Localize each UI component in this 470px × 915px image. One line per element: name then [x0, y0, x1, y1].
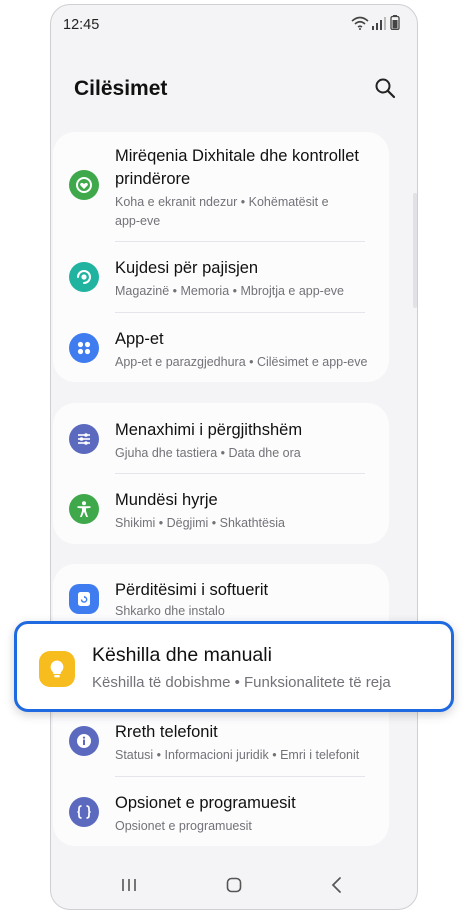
status-bar: 12:45 — [51, 5, 417, 45]
recent-apps-button[interactable] — [117, 873, 141, 897]
lightbulb-icon — [39, 651, 75, 687]
settings-item-title: Menaxhimi i përgjithshëm — [115, 421, 303, 439]
settings-item-title: App-et — [115, 330, 164, 348]
settings-item-subtitle: Shkarko dhe instalo — [115, 604, 225, 618]
settings-item-title: prindërore — [115, 170, 191, 188]
settings-item-subtitle: Koha e ekranit ndezur • Kohëmatësit e — [115, 195, 329, 209]
apps-icon — [69, 333, 99, 363]
status-icons — [351, 15, 401, 30]
settings-item-title: Rreth telefonit — [115, 723, 218, 741]
search-icon[interactable] — [373, 76, 397, 100]
signal-icon — [372, 17, 386, 30]
settings-item-subtitle: app-eve — [115, 214, 161, 228]
back-icon — [331, 877, 341, 893]
digital-wellbeing-icon — [69, 170, 99, 200]
settings-group-1: Mirëqenia Dixhitale dhe kontrollet prind… — [53, 132, 389, 382]
status-time: 12:45 — [63, 17, 100, 33]
home-button[interactable] — [222, 873, 246, 897]
device-care-icon — [69, 262, 99, 292]
page-title: Cilësimet — [74, 77, 168, 100]
settings-item-tips-and-manual[interactable]: Këshilla dhe manuali Këshilla të dobishm… — [14, 621, 454, 712]
settings-item-subtitle: App-et e parazgjedhura • Cilësimet e app… — [115, 355, 368, 369]
settings-item-subtitle: Opsionet e programuesit — [115, 819, 252, 833]
settings-item-digital-wellbeing[interactable]: Mirëqenia Dixhitale dhe kontrollet prind… — [53, 132, 389, 241]
scrollbar[interactable] — [413, 193, 417, 308]
settings-item-general-management[interactable]: Menaxhimi i përgjithshëm Gjuha dhe tasti… — [53, 403, 389, 473]
settings-item-subtitle: Shikimi • Dëgjimi • Shkathtësia — [115, 516, 285, 530]
developer-braces-icon — [69, 797, 99, 827]
settings-item-subtitle: Këshilla të dobishme • Funksionalitete t… — [92, 674, 391, 691]
settings-item-title: Mundësi hyrje — [115, 491, 218, 509]
settings-item-device-care[interactable]: Kujdesi për pajisjen Magazinë • Memoria … — [53, 242, 389, 312]
info-icon — [69, 726, 99, 756]
settings-group-2: Menaxhimi i përgjithshëm Gjuha dhe tasti… — [53, 403, 389, 544]
software-update-icon — [69, 584, 99, 614]
settings-item-title: Këshilla dhe manuali — [92, 644, 272, 666]
settings-item-apps[interactable]: App-et App-et e parazgjedhura • Cilësime… — [53, 313, 389, 382]
back-button[interactable] — [325, 873, 349, 897]
recent-apps-icon — [122, 879, 136, 891]
settings-item-title: Mirëqenia Dixhitale dhe kontrollet — [115, 147, 359, 165]
settings-item-accessibility[interactable]: Mundësi hyrje Shikimi • Dëgjimi • Shkath… — [53, 474, 389, 544]
battery-icon — [390, 15, 400, 30]
settings-item-title: Përditësimi i softuerit — [115, 581, 269, 599]
settings-item-about-phone[interactable]: Rreth telefonit Statusi • Informacioni j… — [53, 705, 389, 775]
wifi-icon — [351, 16, 369, 30]
phone-frame: 12:45 Cilësimet Mirëqenia Dixhitale dhe … — [50, 4, 418, 910]
accessibility-icon — [69, 494, 99, 524]
settings-item-developer-options[interactable]: Opsionet e programuesit Opsionet e progr… — [53, 777, 389, 846]
sliders-icon — [69, 424, 99, 454]
settings-item-title: Kujdesi për pajisjen — [115, 259, 259, 277]
settings-item-subtitle: Gjuha dhe tastiera • Data dhe ora — [115, 446, 301, 460]
navigation-bar — [51, 861, 417, 909]
home-icon — [226, 877, 242, 893]
settings-item-subtitle: Statusi • Informacioni juridik • Emri i … — [115, 748, 360, 762]
settings-item-title: Opsionet e programuesit — [115, 794, 296, 812]
settings-item-subtitle: Magazinë • Memoria • Mbrojtja e app-eve — [115, 284, 344, 298]
